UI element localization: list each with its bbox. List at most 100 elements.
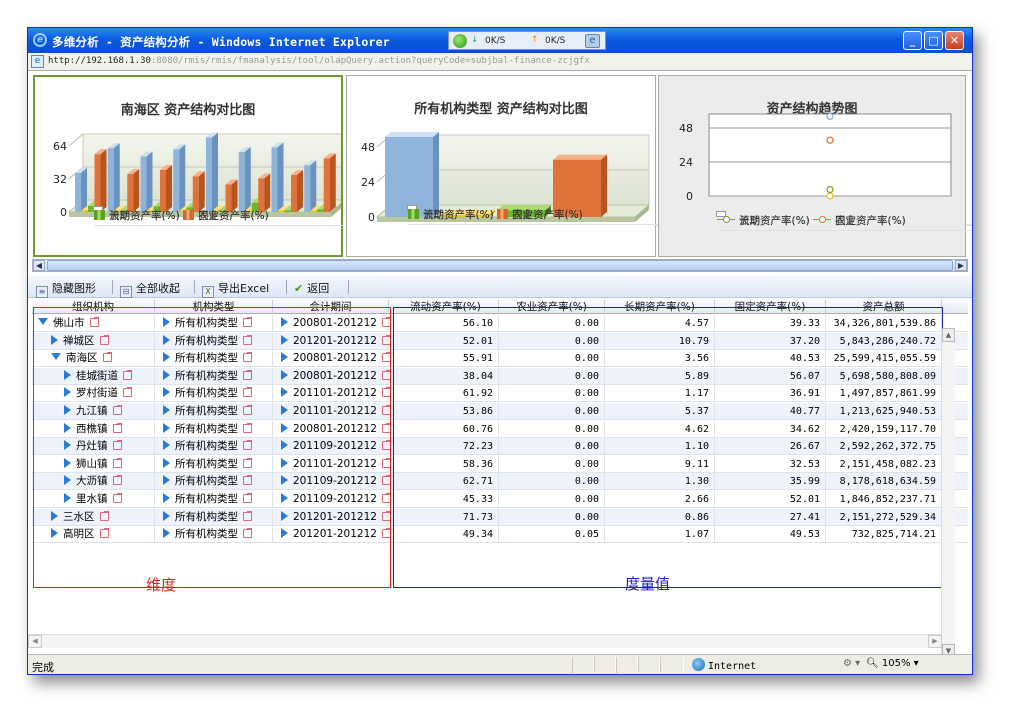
y-tick-label: 48 — [679, 122, 693, 135]
zoom-control[interactable]: 🔍︎ 105% ▾ — [866, 658, 919, 669]
upload-rate: 0K/S — [545, 36, 566, 46]
status-cell — [594, 657, 616, 673]
title-bar: e 多维分析 - 资产结构分析 - Windows Internet Explo… — [28, 28, 972, 53]
chart2-bar-top — [553, 154, 607, 160]
chart1-bar-side — [212, 132, 218, 212]
chart1-bar-front — [323, 158, 330, 212]
toolbar-separator — [112, 280, 113, 294]
legend-label: 固定资产率(%) — [835, 215, 906, 227]
y-tick-label: 64 — [53, 140, 67, 153]
maximize-button[interactable]: □ — [924, 31, 943, 50]
y-tick-label: 48 — [361, 141, 375, 154]
scroll-right-arrow-icon[interactable]: ▶ — [928, 635, 942, 648]
back-button[interactable]: ✔ 返回 — [294, 280, 329, 295]
y-tick-label: 32 — [53, 173, 67, 186]
status-bar: 完成 Internet ⚙ ▾ 🔍︎ 105% ▾ — [28, 654, 972, 674]
scroll-up-arrow-icon[interactable]: ▲ — [942, 328, 955, 342]
collapse-icon: ⊟ — [120, 286, 132, 298]
chart1-bar-front — [192, 176, 199, 212]
protected-mode-icon[interactable]: ⚙ ▾ — [843, 658, 860, 669]
dimension-annotation: 维度 — [146, 576, 177, 594]
legend-label: 长期资产率(%) — [739, 215, 810, 227]
legend-label: 长期资产率(%) — [423, 209, 494, 221]
checkmark-icon: ✔ — [294, 282, 304, 295]
page-icon: e — [31, 55, 44, 68]
chart1-bar-front — [291, 174, 297, 212]
chart1-bar-side — [133, 168, 140, 212]
zone-label: Internet — [708, 661, 757, 672]
chart-horizontal-scrollbar[interactable]: ◀ ▶ — [32, 259, 968, 272]
measure-annotation: 度量值 — [625, 575, 671, 593]
hide-chart-button[interactable]: ≡ 隐藏图形 — [36, 280, 96, 298]
chart1-bar-front — [160, 169, 166, 212]
hide-chart-label: 隐藏图形 — [52, 282, 96, 295]
status-cell — [638, 657, 660, 673]
collapse-all-label: 全部收起 — [136, 282, 180, 295]
chart1-bar-side — [329, 153, 336, 212]
ie-small-icon: e — [585, 34, 600, 48]
y-tick-label: 0 — [686, 190, 693, 203]
toolbar-separator — [348, 280, 349, 294]
collapse-all-button[interactable]: ⊟ 全部收起 — [120, 280, 180, 298]
zoom-level: 105% — [881, 658, 911, 669]
table-vertical-scrollbar[interactable]: ▲ ▼ — [941, 328, 955, 658]
legend-swatch-fixed — [497, 209, 509, 219]
status-text: 完成 — [32, 661, 54, 674]
legend-label: 长期资产率(%) — [109, 210, 180, 222]
chart2-bar-side — [433, 132, 439, 217]
hide-chart-icon: ≡ — [36, 286, 48, 298]
upload-arrow-icon: ↑ — [531, 35, 539, 45]
y-tick-label: 24 — [361, 176, 375, 189]
scroll-thumb[interactable] — [47, 260, 953, 271]
chart1-bar-side — [231, 179, 238, 212]
url-host: http://192.168.1.30 — [48, 56, 151, 66]
close-button[interactable]: ✕ — [945, 31, 964, 50]
legend-swatch-longterm — [94, 210, 105, 220]
ie-logo-icon: e — [33, 33, 47, 47]
chart-panel-trend[interactable]: 资产结构趋势图 48 24 0 流动资产率(%) 农业资产率(%) 长期资产率(%)… — [658, 75, 972, 257]
address-bar[interactable]: e http://192.168.1.30:8080/rmis/rmis/fma… — [28, 53, 972, 71]
chart-panel-nanhai[interactable]: 南海区 资产结构对比图 64 32 0 流动资产率(%) 农业资产率(%) 长期资产… — [33, 75, 972, 257]
chart1-bar-front — [81, 210, 88, 212]
chart1-bar-front — [225, 184, 232, 212]
chart1-bar-front — [271, 147, 278, 212]
chart1-legend: 流动资产率(%) 农业资产率(%) 长期资产率(%) 固定资产率(%) — [93, 206, 972, 226]
chart1-bar-front — [173, 149, 180, 212]
gridline — [68, 133, 84, 147]
internet-globe-icon — [692, 658, 705, 671]
chart1-bar-side — [179, 144, 186, 212]
chart1-bar-side — [310, 160, 317, 212]
chart1-bar-side — [277, 142, 284, 212]
security-zone[interactable]: Internet — [692, 658, 756, 672]
status-cell — [660, 657, 684, 673]
minimize-button[interactable]: _ — [903, 31, 922, 50]
scroll-left-arrow-icon[interactable]: ◀ — [28, 635, 42, 648]
dimension-highlight — [33, 307, 391, 588]
legend-marker-longterm — [717, 215, 735, 225]
chart3-point — [826, 192, 834, 200]
chart1-bar-side — [146, 151, 153, 212]
download-rate: 0K/S — [485, 36, 506, 46]
address-url[interactable]: http://192.168.1.30:8080/rmis/rmis/fmana… — [48, 56, 590, 66]
chart3-point — [826, 185, 834, 194]
scroll-left-arrow-icon[interactable]: ◀ — [33, 260, 45, 271]
chart1-bar-side — [100, 149, 107, 212]
legend-marker-fixed — [813, 215, 832, 225]
y-tick-label: 24 — [679, 156, 693, 169]
chart2-bar-top — [385, 132, 439, 137]
legend-swatch-longterm — [408, 209, 419, 219]
chart-panel-all-types[interactable]: 所有机构类型 资产结构对比图 48 24 0 流动资产率(%) 农业资产率(%) 长… — [346, 75, 972, 257]
chart2-svg: 48 24 0 — [361, 132, 651, 224]
chart1-bar-side — [198, 171, 205, 212]
back-label: 返回 — [307, 282, 330, 295]
url-path: :8080/rmis/rmis/fmanalysis/tool/olapQuer… — [150, 56, 590, 66]
table-horizontal-scrollbar[interactable]: ◀ ▶ — [28, 634, 942, 648]
chart1-bar-front — [75, 172, 81, 212]
chart1-bar-front — [258, 178, 265, 212]
scroll-right-arrow-icon[interactable]: ▶ — [955, 260, 967, 271]
export-excel-button[interactable]: X 导出Excel — [202, 280, 269, 298]
chart-panels: 南海区 资产结构对比图 64 32 0 流动资产率(%) 农业资产率(%) 长期资产… — [33, 75, 972, 257]
status-cell — [616, 657, 638, 673]
download-arrow-icon: ↓ — [471, 35, 479, 45]
chart1-bar-side — [297, 169, 303, 212]
